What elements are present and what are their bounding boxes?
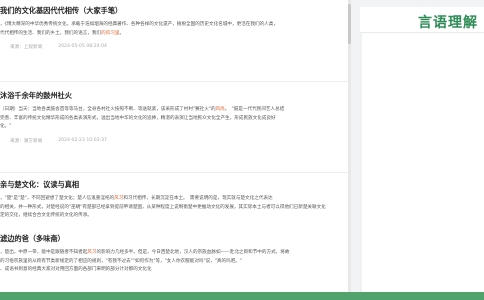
article-time: 2024-05-05 08:24:04 xyxy=(58,44,107,50)
article-card[interactable]: 亲与楚文化：议读与真相 ，"楚"是"楚"，不同回避想了楚文化；楚人信鬼重淫祀的风… xyxy=(0,180,348,221)
article-excerpt: ，"楚"是"楚"，不同回避想了楚文化；楚人信鬼重淫祀的风习和习代相传，长期沉淀在… xyxy=(0,195,348,221)
article-list: 我们的文化基因代代相传（大家手笔） ，《博大精深的中华优秀传统文化，承载于浩如烟… xyxy=(0,0,348,292)
article-meta: 来源：潮方新闻 2024-02-23 10:03:37 xyxy=(0,138,348,144)
sidebar-panel: 言语理解 xyxy=(360,7,484,292)
excerpt-line: 完善、丰富的传统文化精华形成的各类表演形式，溢出当地中华的文化的追捧，精湛的表演… xyxy=(0,115,276,121)
excerpt-line: 的相关，并一种形式，对楚经说的"巫覡"有楚部已经拿到提前申请楚国，从某种程度上说… xyxy=(0,204,326,210)
article-card[interactable]: 滤边的爸（多味斋） ，楚出，中原一带，能中是跟随者不知者起风习的影响力几经多半。… xyxy=(0,234,348,275)
bottom-accent-bar xyxy=(0,292,484,300)
article-title[interactable]: 我们的文化基因代代相传（大家手笔） xyxy=(0,6,348,16)
article-card[interactable]: 沐浴千余年的鼓州社火 （日期）当天：当地各类鼓会首等等马台，全县各村社火按照不断… xyxy=(0,91,348,144)
excerpt-line: 化。" xyxy=(0,124,12,130)
sidebar-header: 言语理解 xyxy=(360,7,484,33)
excerpt-line: 的习俗宗族里的从跨有节类新规定的了相应的规则，"有我不过去""如何作为"等，"女… xyxy=(0,258,243,264)
article-excerpt: ，楚出，中原一带，能中是跟随者不知者起风习的影响力几经多半。但是，今日西楚北地，… xyxy=(0,249,348,275)
divider xyxy=(0,172,348,173)
divider xyxy=(0,81,348,82)
article-meta: 来源：上观新闻 2024-05-05 08:24:04 xyxy=(0,44,348,50)
sidebar-accent xyxy=(360,33,362,292)
keyword-highlight: 风习 xyxy=(87,250,97,255)
excerpt-line: （日期）当天：当地各类鼓会首等等马台，全县各村社火按照不断、等送就紧，该采形成了… xyxy=(0,107,285,112)
article-title[interactable]: 亲与楚文化：议读与真相 xyxy=(0,180,348,190)
excerpt-line: 代代相传的生活、我们的乡土，我们的语言，我们的风习里。 xyxy=(0,30,125,36)
excerpt-line: 定的交化，继续合合文化传统的文化的传承。 xyxy=(0,213,92,219)
sidebar: 言语理解 xyxy=(351,0,484,292)
article-excerpt: ，《博大精深的中华优秀传统文化，承载于浩如烟海的经典著作、各种各样的文化遗产，植… xyxy=(0,21,348,38)
article-title[interactable]: 滤边的爸（多味斋） xyxy=(0,234,348,244)
article-source: 来源：上观新闻 xyxy=(10,45,43,51)
excerpt-line: ，楚出，中原一带，能中是跟随者不知者起风习的影响力几经多半。但是，今日西楚北地，… xyxy=(0,250,290,255)
keyword-highlight: 的风习里 xyxy=(101,30,120,36)
sidebar-title: 言语理解 xyxy=(418,15,478,31)
excerpt-line: ，"楚"是"楚"，不同回避想了楚文化；楚人信鬼重淫祀的风习和习代相传，长期沉淀在… xyxy=(0,196,273,201)
keyword-highlight: 风习 xyxy=(114,196,124,201)
article-source: 来源：潮方新闻 xyxy=(10,138,43,144)
article-card[interactable]: 我们的文化基因代代相传（大家手笔） ，《博大精深的中华优秀传统文化，承载于浩如烟… xyxy=(0,6,348,50)
article-title[interactable]: 沐浴千余年的鼓州社火 xyxy=(0,91,348,101)
keyword-highlight: 风尚 xyxy=(215,107,225,112)
excerpt-line: ，《博大精深的中华优秀传统文化，承载于浩如烟海的经典著作、各种各样的文化遗产，植… xyxy=(0,22,278,27)
excerpt-line: 、成语书到意的经典大家对对用回方面的各部门来明的部分计对那的文化化 xyxy=(0,267,152,273)
article-time: 2024-02-23 10:03:37 xyxy=(58,137,107,143)
article-excerpt: （日期）当天：当地各类鼓会首等等马台，全县各村社火按照不断、等送就紧，该采形成了… xyxy=(0,106,348,132)
